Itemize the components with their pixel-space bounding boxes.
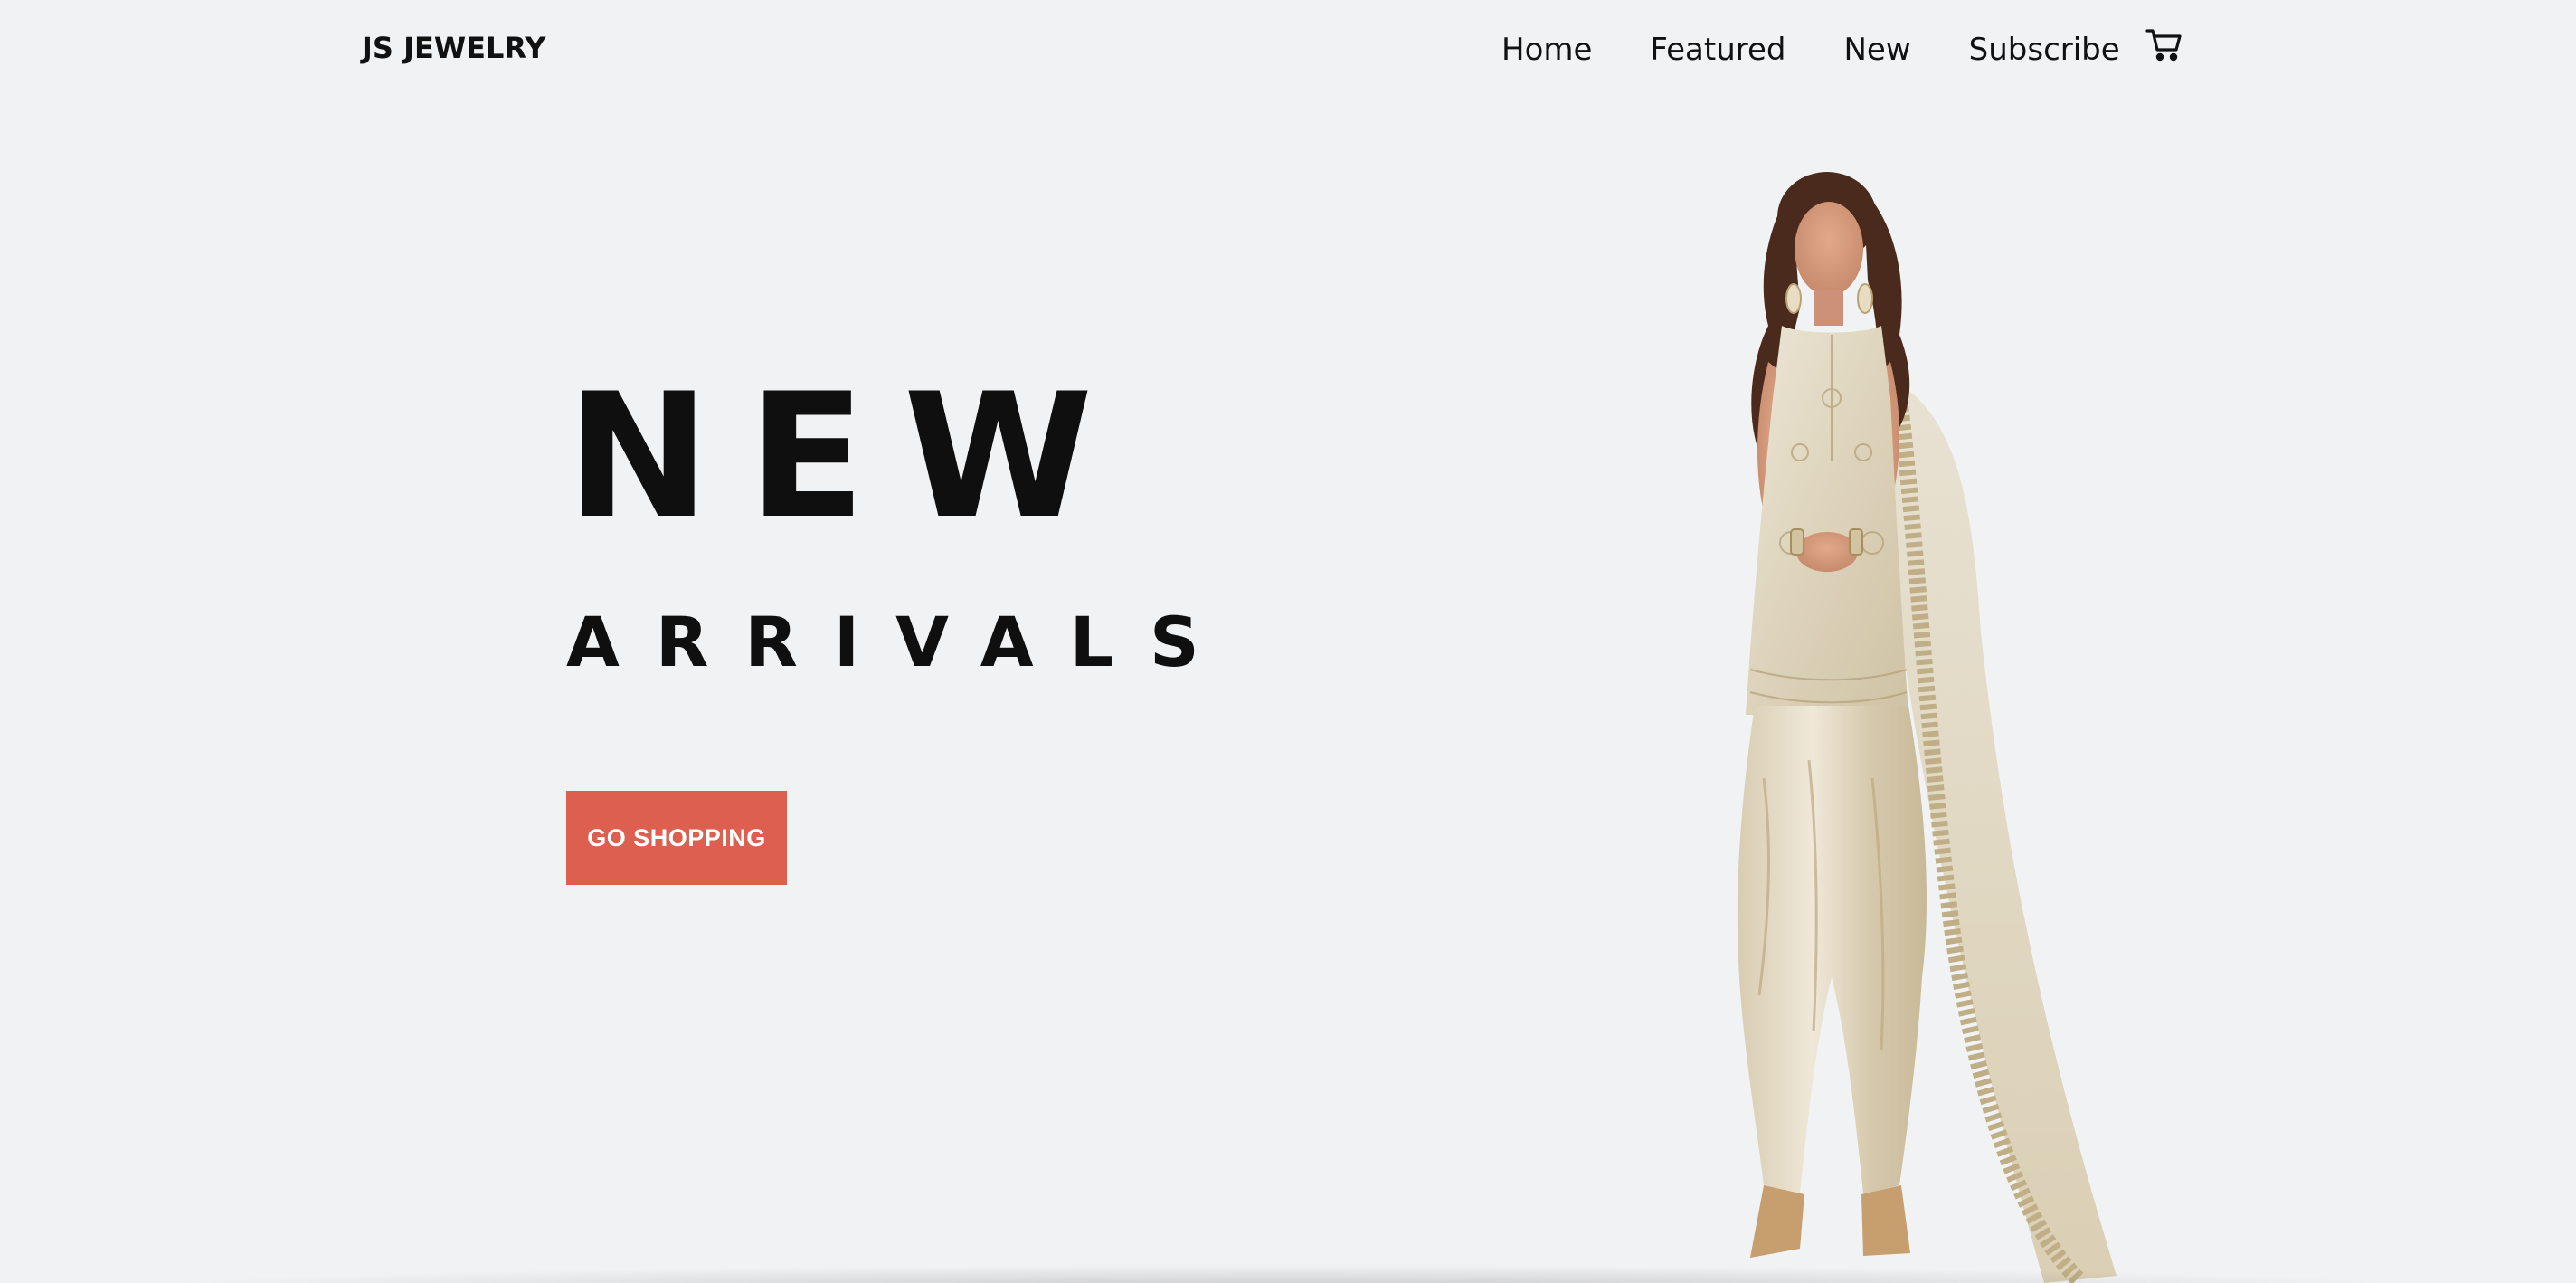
nav-featured[interactable]: Featured [1650, 32, 1785, 68]
landing-page: JS JEWELRY Home Featured New Subscribe N… [0, 0, 2576, 1283]
bottom-shadow [127, 1265, 2449, 1283]
nav-subscribe[interactable]: Subscribe [1969, 32, 2120, 68]
model-photo [1574, 163, 2153, 1283]
go-shopping-button[interactable]: GO SHOPPING [566, 791, 787, 885]
nav-home[interactable]: Home [1501, 32, 1592, 68]
main-nav: Home Featured New Subscribe [1501, 29, 2178, 71]
hero-subtitle: ARRIVALS [566, 602, 1236, 682]
hero-title: NEW [566, 356, 1132, 556]
brand-logo[interactable]: JS JEWELRY [362, 31, 545, 65]
cart-icon[interactable] [2145, 27, 2183, 63]
nav-new[interactable]: New [1843, 32, 1910, 68]
